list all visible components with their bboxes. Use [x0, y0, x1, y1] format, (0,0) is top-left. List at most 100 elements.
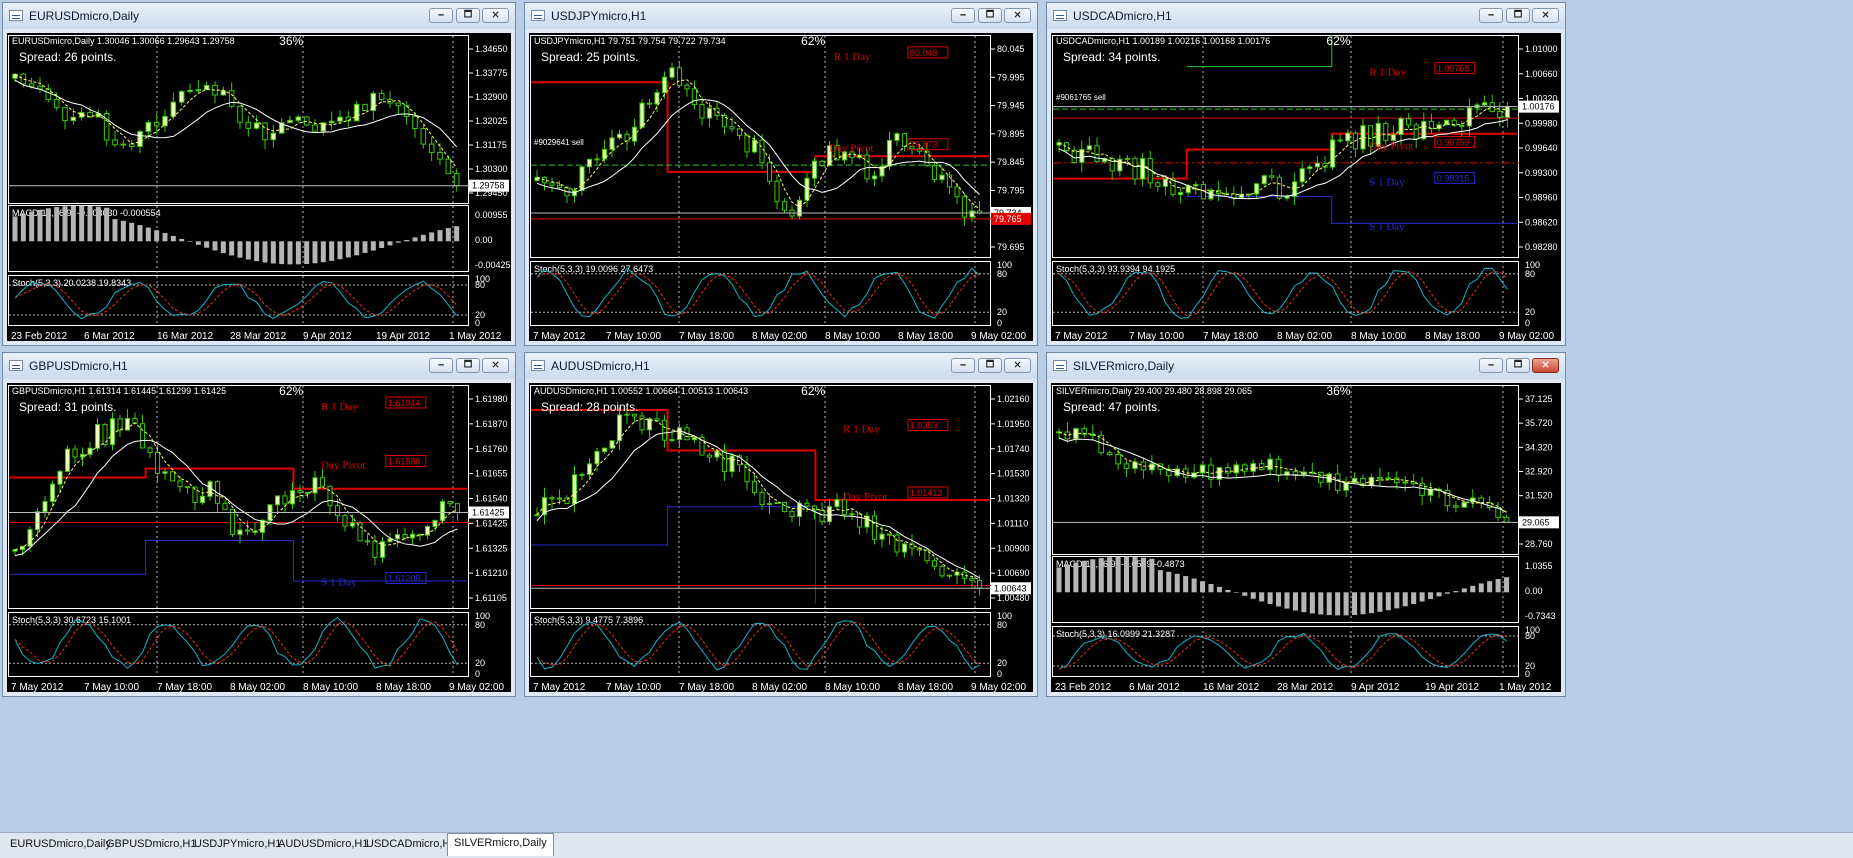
price-tick-label: 79.795: [997, 185, 1025, 195]
stoch-signal-line: [536, 621, 980, 667]
minimize-button[interactable]: 🗕: [951, 8, 975, 23]
macd-bar: [1428, 592, 1434, 599]
pivot-label: R 1 Day: [834, 51, 871, 63]
window-titlebar[interactable]: SILVERmicro,Daily 🗕 🗖 🗙: [1047, 353, 1565, 379]
price-chart[interactable]: 80.045 79.995 79.945 79.895 79.845 79.795 79.7…: [529, 33, 1033, 341]
candle-body: [946, 574, 953, 577]
minimize-button[interactable]: 🗕: [429, 8, 453, 23]
chart-window-usdjpy[interactable]: USDJPYmicro,H1 🗕 🗖 🗙 80.045 79.995 79.945 7…: [524, 2, 1038, 346]
close-button[interactable]: 🗙: [1532, 358, 1559, 373]
price-tick-label: 1.61655: [475, 469, 508, 479]
candle-body: [594, 158, 600, 161]
tab-silver[interactable]: SILVERmicro,Daily: [447, 833, 554, 856]
macd-bar: [420, 234, 426, 242]
price-tick-label: 0.99640: [1525, 143, 1558, 153]
candle-body: [297, 490, 303, 493]
time-tick-label: 8 May 10:00: [825, 331, 880, 341]
candle-body: [729, 455, 735, 473]
macd-bar: [1394, 592, 1400, 609]
candle-body: [312, 124, 318, 132]
candle-body: [549, 497, 555, 500]
price-chart[interactable]: 1.02160 1.01950 1.01740 1.01530 1.01320 1.011…: [529, 383, 1033, 692]
chart-window-gbpusd[interactable]: GBPUSDmicro,H1 🗕 🗖 🗙 1.61980 1.61870 1.617…: [2, 352, 516, 697]
window-title: GBPUSDmicro,H1: [29, 359, 128, 373]
maximize-button[interactable]: 🗖: [456, 358, 480, 373]
candle-body: [270, 132, 277, 141]
close-button[interactable]: 🗙: [1004, 358, 1031, 373]
window-titlebar[interactable]: USDJPYmicro,H1 🗕 🗖 🗙: [525, 3, 1037, 29]
minimize-button[interactable]: 🗕: [429, 358, 453, 373]
pivot-value: 80.048: [910, 48, 938, 58]
minimize-button[interactable]: 🗕: [1479, 358, 1503, 373]
chart-area[interactable]: 37.12535.72034.32032.92031.52030.16028.7…: [1051, 383, 1561, 692]
macd-bar: [1385, 592, 1391, 611]
window-titlebar[interactable]: AUDUSDmicro,H1 🗕 🗖 🗙: [525, 353, 1037, 379]
maximize-button[interactable]: 🗖: [978, 358, 1002, 373]
candle-body: [199, 495, 206, 503]
maximize-button[interactable]: 🗖: [978, 8, 1002, 23]
candle-body: [571, 474, 578, 505]
time-tick-label: 7 May 10:00: [606, 682, 661, 692]
price-tick-label: 1.61760: [475, 444, 508, 454]
candle-body: [1106, 452, 1113, 456]
candle-body: [378, 92, 385, 100]
macd-tick-label: 0.00955: [475, 210, 508, 220]
macd-bar: [45, 208, 51, 242]
candle-body: [327, 485, 333, 507]
window-titlebar[interactable]: EURUSDmicro,Daily 🗕 🗖 🗙: [3, 3, 515, 29]
maximize-button[interactable]: 🗖: [456, 8, 480, 23]
macd-bar: [1504, 577, 1510, 593]
price-tick-label: 31.520: [1525, 491, 1553, 501]
minimize-button[interactable]: 🗕: [1479, 8, 1503, 23]
close-button[interactable]: 🗙: [482, 358, 509, 373]
stoch-tick-label: 20: [997, 658, 1007, 668]
chart-area[interactable]: 80.045 79.995 79.945 79.895 79.845 79.795 79.7…: [529, 33, 1033, 341]
candle-body: [178, 91, 185, 103]
macd-bar: [1073, 562, 1079, 593]
time-tick-label: 9 May 02:00: [449, 682, 504, 692]
candle-body: [969, 210, 975, 218]
macd-bar: [1216, 586, 1222, 593]
macd-bar: [404, 240, 410, 242]
candle-body: [579, 473, 585, 476]
close-button[interactable]: 🗙: [1532, 8, 1559, 23]
chart-area[interactable]: 1.61980 1.61870 1.61760 1.61655 1.61540 1.614…: [7, 383, 511, 692]
minimize-button[interactable]: 🗕: [951, 358, 975, 373]
window-titlebar[interactable]: USDCADmicro,H1 🗕 🗖 🗙: [1047, 3, 1565, 29]
candle-body: [1098, 434, 1105, 454]
price-chart[interactable]: 1.34650 1.33775 1.32900 1.32025 1.31175 1.303…: [7, 33, 511, 341]
candle-body: [337, 116, 343, 122]
candle-body: [654, 92, 660, 105]
close-button[interactable]: 🗙: [482, 8, 509, 23]
candle-body: [646, 102, 653, 105]
candle-body: [420, 128, 427, 145]
candle-body: [849, 513, 855, 516]
candle-body: [924, 150, 930, 167]
macd-bar: [137, 225, 143, 242]
price-chart[interactable]: 1.010001.006601.003200.999800.996400.993…: [1051, 33, 1561, 341]
chart-area[interactable]: 1.34650 1.33775 1.32900 1.32025 1.31175 1.303…: [7, 33, 511, 341]
close-button[interactable]: 🗙: [1004, 8, 1031, 23]
price-tick-label: 0.98620: [1525, 217, 1558, 227]
maximize-button[interactable]: 🗖: [1506, 358, 1530, 373]
candle-body: [162, 115, 168, 127]
price-chart[interactable]: 1.61980 1.61870 1.61760 1.61655 1.61540 1.614…: [7, 383, 511, 692]
chart-area[interactable]: 1.01000 1.00660 1.00320 0.99980 0.99640 0.993…: [1051, 33, 1561, 341]
window-titlebar[interactable]: GBPUSDmicro,H1 🗕 🗖 🗙: [3, 353, 515, 379]
chart-window-audusd[interactable]: AUDUSDmicro,H1 🗕 🗖 🗙 1.02160 1.01950 1.017…: [524, 352, 1038, 697]
candle-body: [549, 182, 555, 186]
macd-bar: [1115, 556, 1121, 593]
price-tick-label: 28.760: [1525, 539, 1553, 549]
price-tick-label: 1.61540: [475, 494, 508, 504]
chart-area[interactable]: 1.02160 1.01950 1.01740 1.01530 1.01320 1.011…: [529, 383, 1033, 692]
candle-body: [721, 450, 728, 473]
chart-window-usdcad[interactable]: USDCADmicro,H1 🗕 🗖 🗙 1.01000 1.00660 1.003…: [1046, 2, 1566, 346]
maximize-button[interactable]: 🗖: [1506, 8, 1530, 23]
chart-window-silver[interactable]: SILVERmicro,Daily 🗕 🗖 🗙 37.125 35.720 34.3…: [1046, 352, 1566, 697]
pivot-label: S 1 Day: [1369, 176, 1405, 188]
candle-body: [1345, 132, 1351, 142]
price-chart[interactable]: 37.12535.72034.32032.92031.52030.16028.7…: [1051, 383, 1561, 692]
pivot-label: R 1 Day: [321, 401, 358, 413]
chart-window-eurusd[interactable]: EURUSDmicro,Daily 🗕 🗖 🗙 1.34650 1.33775 1.…: [2, 2, 516, 346]
candle-body: [826, 506, 833, 523]
